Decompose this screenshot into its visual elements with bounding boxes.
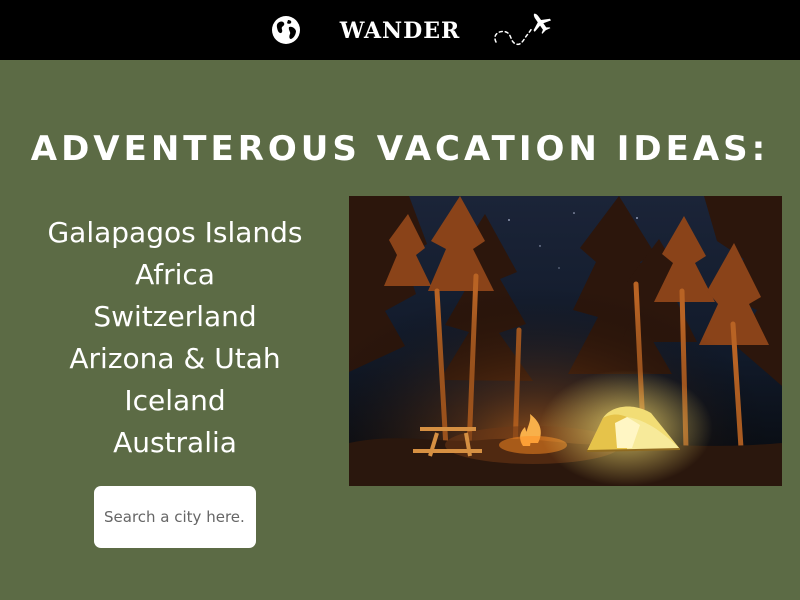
destination-item: Africa bbox=[135, 258, 215, 291]
destination-item: Iceland bbox=[124, 384, 226, 417]
globe-icon bbox=[272, 16, 300, 44]
search-box[interactable] bbox=[94, 486, 256, 548]
destination-list: Galapagos Islands Africa Switzerland Ari… bbox=[18, 212, 332, 464]
destination-item: Switzerland bbox=[93, 300, 257, 333]
brand-logo[interactable]: WANDER bbox=[334, 16, 466, 46]
night-campsite-photo bbox=[349, 196, 782, 486]
destination-item: Australia bbox=[113, 426, 237, 459]
destination-item: Galapagos Islands bbox=[47, 216, 303, 249]
top-bar: WANDER bbox=[0, 0, 800, 60]
airplane-icon bbox=[494, 13, 552, 46]
page-title: ADVENTEROUS VACATION IDEAS: bbox=[30, 128, 770, 169]
search-input[interactable] bbox=[104, 486, 246, 548]
destination-item: Arizona & Utah bbox=[69, 342, 281, 375]
